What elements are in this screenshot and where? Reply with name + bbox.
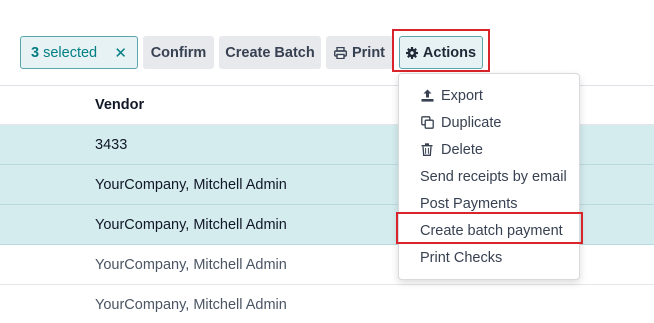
selected-text: selected xyxy=(43,44,98,61)
menu-item-label: Delete xyxy=(441,141,483,158)
menu-item-label: Export xyxy=(441,87,483,104)
upload-icon xyxy=(420,89,434,103)
vendor-column-header[interactable]: Vendor xyxy=(95,86,144,124)
menu-item-post-payments[interactable]: Post Payments xyxy=(399,190,579,217)
actions-dropdown-menu: Export Duplicate Delete Send receipts by… xyxy=(398,73,580,280)
copy-icon xyxy=(420,116,434,130)
vendor-cell: YourCompany, Mitchell Admin xyxy=(95,297,287,313)
vendor-cell: 3433 xyxy=(95,136,128,153)
menu-item-export[interactable]: Export xyxy=(399,82,579,109)
selection-badge[interactable]: 3 selected ✕ xyxy=(20,36,138,69)
vendor-cell: YourCompany, Mitchell Admin xyxy=(95,216,287,233)
selected-count: 3 xyxy=(31,44,40,61)
menu-item-create-batch-payment[interactable]: Create batch payment xyxy=(399,217,579,244)
menu-item-duplicate[interactable]: Duplicate xyxy=(399,109,579,136)
selection-label: 3 selected xyxy=(31,45,97,61)
actions-button[interactable]: Actions xyxy=(399,36,483,69)
confirm-button[interactable]: Confirm xyxy=(143,36,214,69)
menu-item-label: Create batch payment xyxy=(420,222,563,239)
print-button[interactable]: Print xyxy=(326,36,393,69)
gear-icon xyxy=(405,46,418,59)
payments-list-view: 3 selected ✕ Confirm Create Batch Print xyxy=(0,0,654,323)
actions-label: Actions xyxy=(422,44,477,61)
create-batch-button[interactable]: Create Batch xyxy=(219,36,321,69)
print-label: Print xyxy=(351,44,386,61)
vendor-cell: YourCompany, Mitchell Admin xyxy=(95,256,287,273)
menu-item-label: Print Checks xyxy=(420,249,503,266)
print-icon xyxy=(333,46,347,59)
vendor-cell: YourCompany, Mitchell Admin xyxy=(95,176,287,193)
menu-item-label: Post Payments xyxy=(420,195,518,212)
menu-item-print-checks[interactable]: Print Checks xyxy=(399,244,579,271)
menu-item-delete[interactable]: Delete xyxy=(399,136,579,163)
trash-icon xyxy=(420,143,434,157)
menu-item-label: Send receipts by email xyxy=(420,168,567,185)
menu-item-send-receipts[interactable]: Send receipts by email xyxy=(399,163,579,190)
table-row[interactable]: YourCompany, Mitchell Admin xyxy=(0,285,654,323)
menu-item-label: Duplicate xyxy=(441,114,502,131)
close-icon[interactable]: ✕ xyxy=(114,44,127,62)
